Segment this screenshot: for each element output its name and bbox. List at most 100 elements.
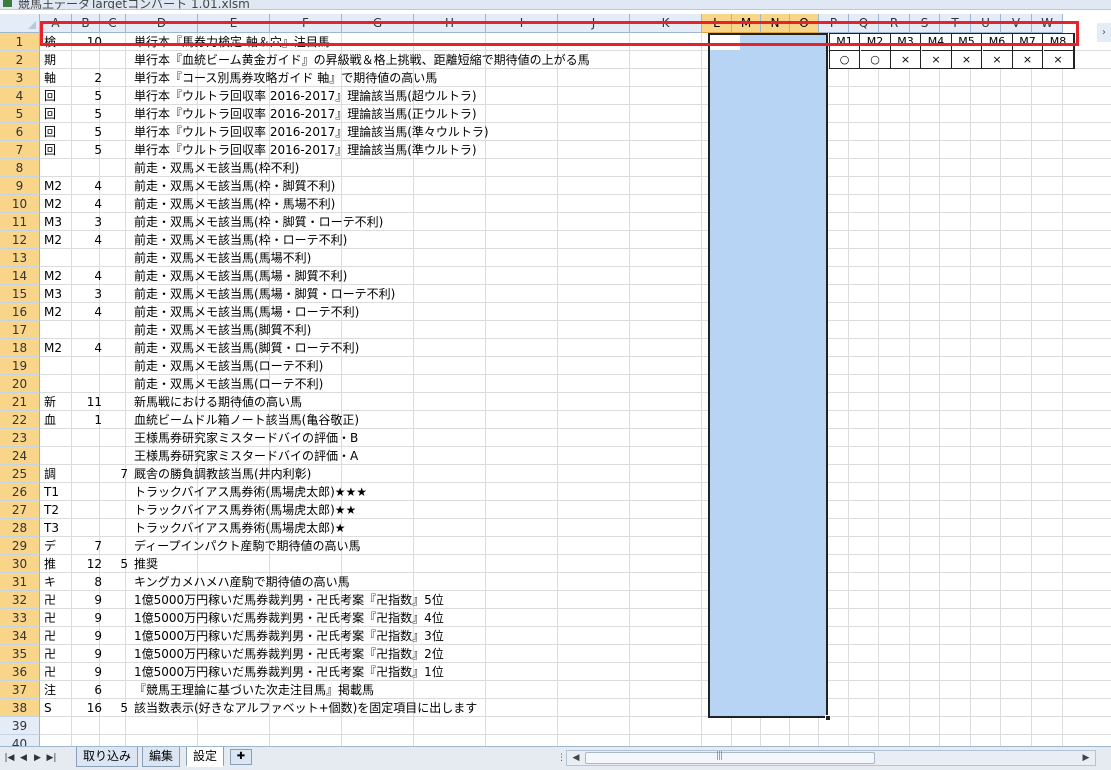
row-header[interactable]: 21 xyxy=(0,393,40,411)
prev-sheet-icon[interactable]: ◀ xyxy=(18,751,29,765)
row-header[interactable]: 32 xyxy=(0,591,40,609)
scroll-right-arrow-icon[interactable]: ▶ xyxy=(1079,751,1093,765)
cell-d[interactable]: 前走・双馬メモ該当馬(馬場・脚質・ローテ不利) xyxy=(134,285,395,303)
row-header[interactable]: 29 xyxy=(0,537,40,555)
cell-b[interactable]: 6 xyxy=(80,681,102,699)
cell-d[interactable]: 前走・双馬メモ該当馬(脚質不利) xyxy=(134,321,311,339)
cell-b[interactable]: 9 xyxy=(80,609,102,627)
row-header[interactable]: 18 xyxy=(0,339,40,357)
m-table-header[interactable]: M6 xyxy=(982,33,1013,51)
cell-a[interactable]: 回 xyxy=(44,141,56,159)
row-header[interactable]: 12 xyxy=(0,231,40,249)
select-all-corner[interactable] xyxy=(0,14,40,33)
cell-d[interactable]: 前走・双馬メモ該当馬(枠不利) xyxy=(134,159,299,177)
cell-d[interactable]: 新馬戦における期待値の高い馬 xyxy=(134,393,302,411)
cell-b[interactable]: 5 xyxy=(80,141,102,159)
cell-b[interactable]: 5 xyxy=(80,87,102,105)
row-header[interactable]: 2 xyxy=(0,51,40,69)
column-header-q[interactable]: Q xyxy=(849,14,879,33)
cell-b[interactable]: 9 xyxy=(80,645,102,663)
row-header[interactable]: 28 xyxy=(0,519,40,537)
cell-b[interactable]: 9 xyxy=(80,591,102,609)
tab-split-icon[interactable]: ⋮ xyxy=(557,751,566,765)
cell-b[interactable]: 1 xyxy=(80,411,102,429)
cell-b[interactable]: 4 xyxy=(80,303,102,321)
cell-d[interactable]: トラックバイアス馬券術(馬場虎太郎)★★ xyxy=(134,501,356,519)
row-header[interactable]: 11 xyxy=(0,213,40,231)
cell-d[interactable]: 単行本『コース別馬券攻略ガイド 軸』で期待値の高い馬 xyxy=(134,69,437,87)
cell-a[interactable]: 検 xyxy=(44,33,56,51)
column-header-h[interactable]: H xyxy=(414,14,486,33)
row-header[interactable]: 39 xyxy=(0,717,40,735)
cell-c[interactable]: 5 xyxy=(108,699,128,717)
m-table-value[interactable]: × xyxy=(952,51,982,69)
cell-b[interactable]: 11 xyxy=(80,393,102,411)
column-header-s[interactable]: S xyxy=(910,14,940,33)
row-header[interactable]: 10 xyxy=(0,195,40,213)
cell-d[interactable]: 前走・双馬メモ該当馬(馬場・脚質不利) xyxy=(134,267,347,285)
fill-handle[interactable] xyxy=(825,715,831,721)
scroll-left-icon[interactable]: ◀ xyxy=(569,751,583,765)
row-header[interactable]: 38 xyxy=(0,699,40,717)
row-header[interactable]: 6 xyxy=(0,123,40,141)
column-header-f[interactable]: F xyxy=(270,14,342,33)
row-header[interactable]: 9 xyxy=(0,177,40,195)
row-header[interactable]: 1 xyxy=(0,33,40,51)
cell-b[interactable]: 5 xyxy=(80,123,102,141)
first-sheet-icon[interactable]: |◀ xyxy=(4,751,15,765)
row-header[interactable]: 15 xyxy=(0,285,40,303)
cell-d[interactable]: ディープインパクト産駒で期待値の高い馬 xyxy=(134,537,360,555)
row-header[interactable]: 3 xyxy=(0,69,40,87)
cell-a[interactable]: M2 xyxy=(44,267,62,285)
cell-d[interactable]: 前走・双馬メモ該当馬(ローテ不利) xyxy=(134,375,323,393)
row-header[interactable]: 33 xyxy=(0,609,40,627)
cell-a[interactable]: M3 xyxy=(44,213,62,231)
cell-b[interactable]: 4 xyxy=(80,177,102,195)
cell-a[interactable]: 調 xyxy=(44,465,56,483)
m-table-header[interactable]: M1 xyxy=(830,33,860,51)
row-header[interactable]: 19 xyxy=(0,357,40,375)
row-header[interactable]: 34 xyxy=(0,627,40,645)
column-header-k[interactable]: K xyxy=(630,14,702,33)
m-table-value[interactable]: × xyxy=(891,51,921,69)
cell-d[interactable]: 1億5000万円稼いだ馬券裁判男・卍氏考案『卍指数』5位 xyxy=(134,591,444,609)
cell-d[interactable]: 1億5000万円稼いだ馬券裁判男・卍氏考案『卍指数』1位 xyxy=(134,663,444,681)
cell-d[interactable]: 推奨 xyxy=(134,555,158,573)
cell-a[interactable]: 卍 xyxy=(44,591,56,609)
cell-d[interactable]: 前走・双馬メモ該当馬(馬場不利) xyxy=(134,249,311,267)
cell-d[interactable]: 前走・双馬メモ該当馬(枠・馬場不利) xyxy=(134,195,335,213)
cell-a[interactable]: 期 xyxy=(44,51,56,69)
cell-a[interactable]: M3 xyxy=(44,285,62,303)
row-header[interactable]: 23 xyxy=(0,429,40,447)
cell-a[interactable]: M2 xyxy=(44,195,62,213)
column-header-w[interactable]: W xyxy=(1032,14,1063,33)
cell-d[interactable]: 1億5000万円稼いだ馬券裁判男・卍氏考案『卍指数』2位 xyxy=(134,645,444,663)
row-header[interactable]: 14 xyxy=(0,267,40,285)
cell-b[interactable]: 7 xyxy=(80,537,102,555)
cell-d[interactable]: 前走・双馬メモ該当馬(脚質・ローテ不利) xyxy=(134,339,359,357)
m-table-header[interactable]: M2 xyxy=(860,33,891,51)
cell-a[interactable]: M2 xyxy=(44,303,62,321)
m-table-value[interactable]: × xyxy=(982,51,1013,69)
row-header[interactable]: 17 xyxy=(0,321,40,339)
column-header-b[interactable]: B xyxy=(72,14,100,33)
cell-d[interactable]: 前走・双馬メモ該当馬(枠・脚質・ローテ不利) xyxy=(134,213,383,231)
row-header[interactable]: 22 xyxy=(0,411,40,429)
row-header[interactable]: 8 xyxy=(0,159,40,177)
row-header[interactable]: 36 xyxy=(0,663,40,681)
cell-b[interactable]: 8 xyxy=(80,573,102,591)
cell-a[interactable]: M2 xyxy=(44,339,62,357)
cell-a[interactable]: S xyxy=(44,699,52,717)
column-header-o[interactable]: O xyxy=(790,14,819,33)
column-header-e[interactable]: E xyxy=(198,14,270,33)
row-header[interactable]: 24 xyxy=(0,447,40,465)
cell-d[interactable]: 1億5000万円稼いだ馬券裁判男・卍氏考案『卍指数』4位 xyxy=(134,609,444,627)
sheet-tab[interactable]: 取り込み xyxy=(76,747,139,767)
m-table-value[interactable]: ○ xyxy=(830,51,860,69)
m-table-value[interactable]: × xyxy=(1013,51,1043,69)
scroll-right-icon[interactable]: › xyxy=(1097,23,1111,42)
cell-d[interactable]: 単行本『ウルトラ回収率 2016-2017』理論該当馬(準ウルトラ) xyxy=(134,141,477,159)
cell-d[interactable]: トラックバイアス馬券術(馬場虎太郎)★★★ xyxy=(134,483,367,501)
m-table-header[interactable]: M5 xyxy=(952,33,982,51)
row-header[interactable]: 40 xyxy=(0,735,40,746)
